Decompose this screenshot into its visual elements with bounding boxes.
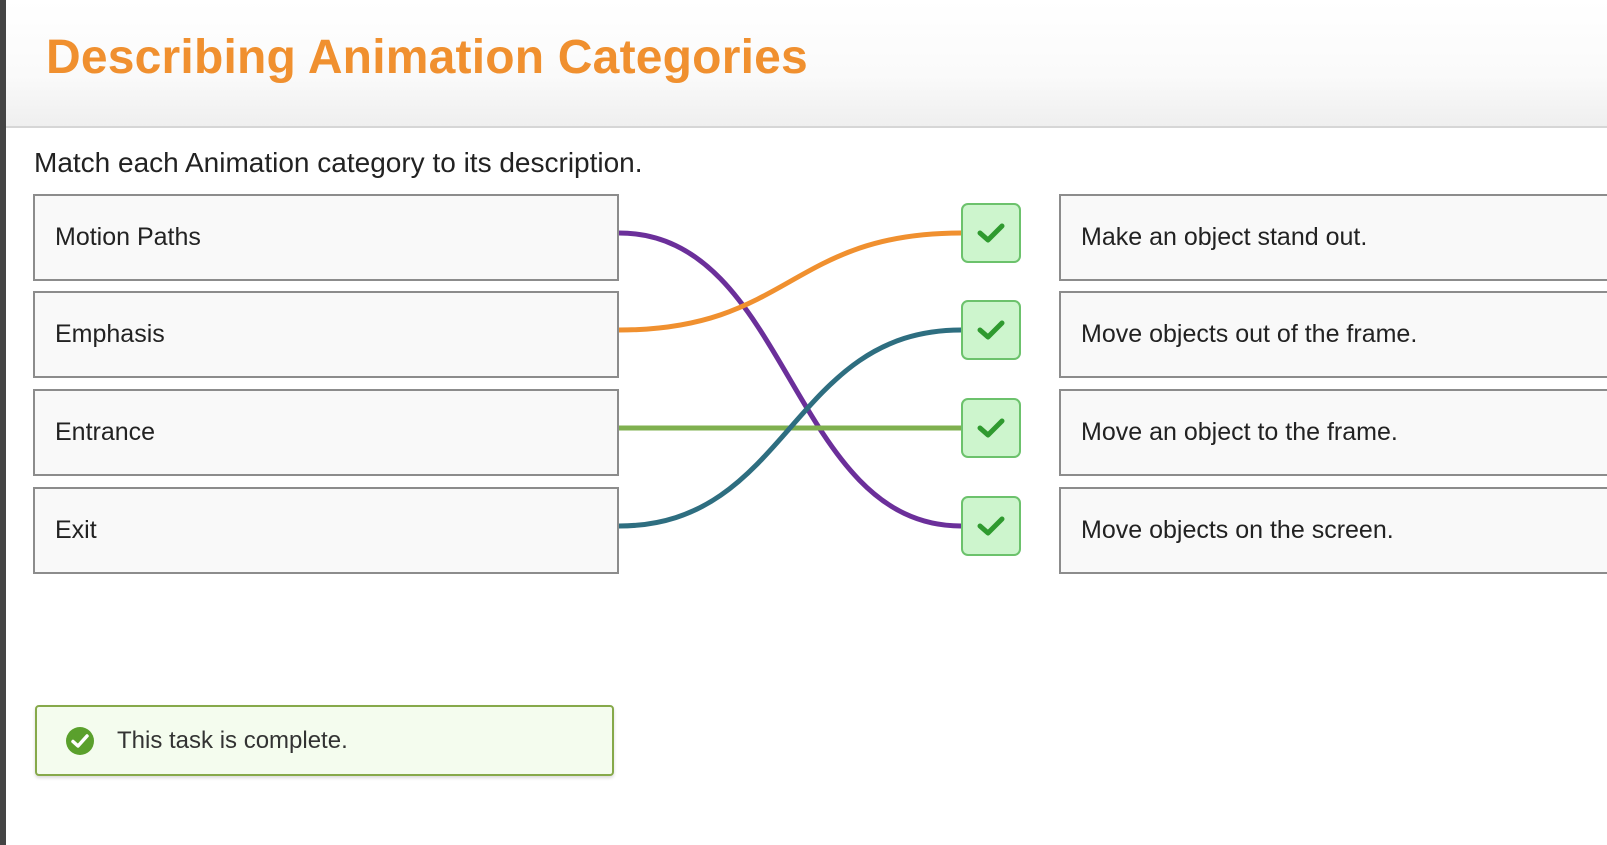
description-label: Make an object stand out. bbox=[1081, 223, 1368, 251]
check-circle-icon bbox=[66, 726, 94, 755]
category-motion-paths[interactable]: Motion Paths bbox=[33, 194, 619, 281]
description-label: Move an object to the frame. bbox=[1081, 418, 1398, 446]
category-label: Motion Paths bbox=[55, 223, 201, 251]
match-checkbox-3[interactable] bbox=[961, 398, 1021, 458]
match-line-motion-paths bbox=[618, 230, 962, 529]
match-line-emphasis bbox=[618, 230, 962, 333]
completion-notice: This task is complete. bbox=[35, 705, 614, 776]
match-checkbox-4[interactable] bbox=[961, 496, 1021, 556]
check-icon bbox=[977, 223, 1005, 243]
category-label: Entrance bbox=[55, 418, 156, 446]
description-3[interactable]: Move an object to the frame. bbox=[1059, 389, 1607, 476]
check-icon bbox=[977, 320, 1005, 340]
page-header: Describing Animation Categories bbox=[6, 0, 1607, 128]
match-line-exit bbox=[618, 327, 962, 529]
description-1[interactable]: Make an object stand out. bbox=[1059, 194, 1607, 281]
instruction-text: Match each Animation category to its des… bbox=[34, 147, 643, 178]
description-2[interactable]: Move objects out of the frame. bbox=[1059, 291, 1607, 378]
check-icon bbox=[977, 418, 1005, 438]
description-label: Move objects out of the frame. bbox=[1081, 320, 1418, 348]
category-label: Emphasis bbox=[55, 320, 165, 348]
category-emphasis[interactable]: Emphasis bbox=[33, 291, 619, 378]
check-icon bbox=[977, 516, 1005, 536]
category-entrance[interactable]: Entrance bbox=[33, 389, 619, 476]
page-title: Describing Animation Categories bbox=[46, 31, 808, 84]
match-checkbox-2[interactable] bbox=[961, 300, 1021, 360]
category-label: Exit bbox=[55, 516, 97, 544]
match-checkbox-1[interactable] bbox=[961, 203, 1021, 263]
notice-text: This task is complete. bbox=[117, 726, 348, 754]
description-4[interactable]: Move objects on the screen. bbox=[1059, 487, 1607, 574]
description-label: Move objects on the screen. bbox=[1081, 516, 1394, 544]
category-exit[interactable]: Exit bbox=[33, 487, 619, 574]
